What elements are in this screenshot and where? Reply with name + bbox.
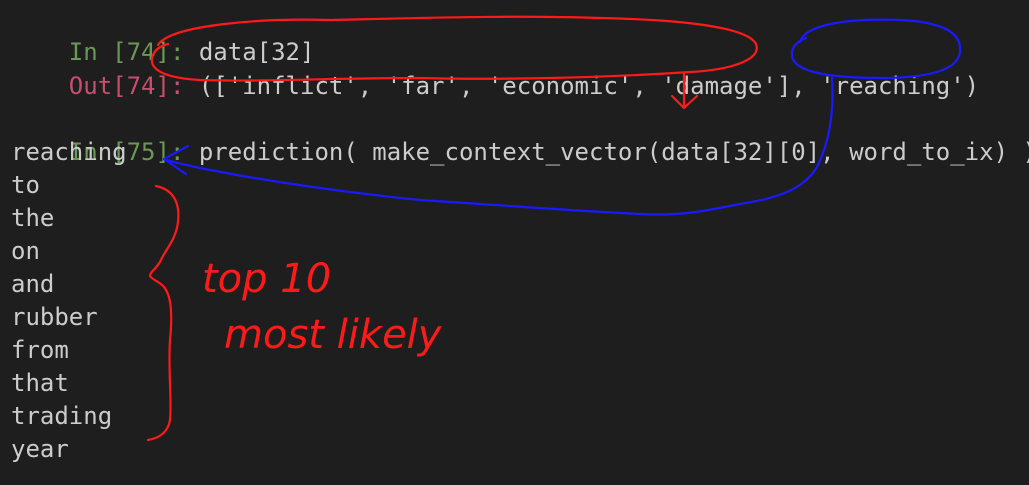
- prediction-output-line: year: [11, 435, 69, 463]
- prediction-output-line: from: [11, 336, 69, 364]
- in-prompt-end: ]:: [155, 138, 199, 166]
- prediction-output-line: trading: [11, 402, 113, 430]
- annotation-top10-text: top 10: [202, 256, 331, 302]
- input-line-75[interactable]: In [75]: prediction( make_context_vector…: [11, 103, 1029, 166]
- prediction-output-line: rubber: [11, 303, 98, 331]
- input-code: prediction( make_context_vector(data[32]…: [198, 138, 1029, 166]
- prediction-output-line: the: [11, 204, 55, 232]
- in-prompt-number: 75: [126, 138, 156, 166]
- red-brace-annotation: [146, 184, 180, 442]
- output-value: (['inflict', 'far', 'economic', 'damage'…: [198, 72, 980, 100]
- prediction-output-line: that: [11, 369, 69, 397]
- ipython-console: In [74]: data[32] Out[74]: (['inflict', …: [0, 0, 1029, 485]
- out-prompt-end: ]:: [155, 72, 199, 100]
- out-prompt-label: Out[: [68, 72, 127, 100]
- output-line-74: Out[74]: (['inflict', 'far', 'economic',…: [11, 37, 979, 100]
- prediction-output-line: reaching: [11, 138, 127, 166]
- prediction-output-line: to: [11, 171, 40, 199]
- out-prompt-number: 74: [126, 72, 156, 100]
- annotation-most-likely-text: most likely: [224, 312, 443, 358]
- input-line-74[interactable]: In [74]: data[32]: [11, 3, 315, 66]
- prediction-output-line: on: [11, 237, 40, 265]
- prediction-output-line: and: [11, 270, 55, 298]
